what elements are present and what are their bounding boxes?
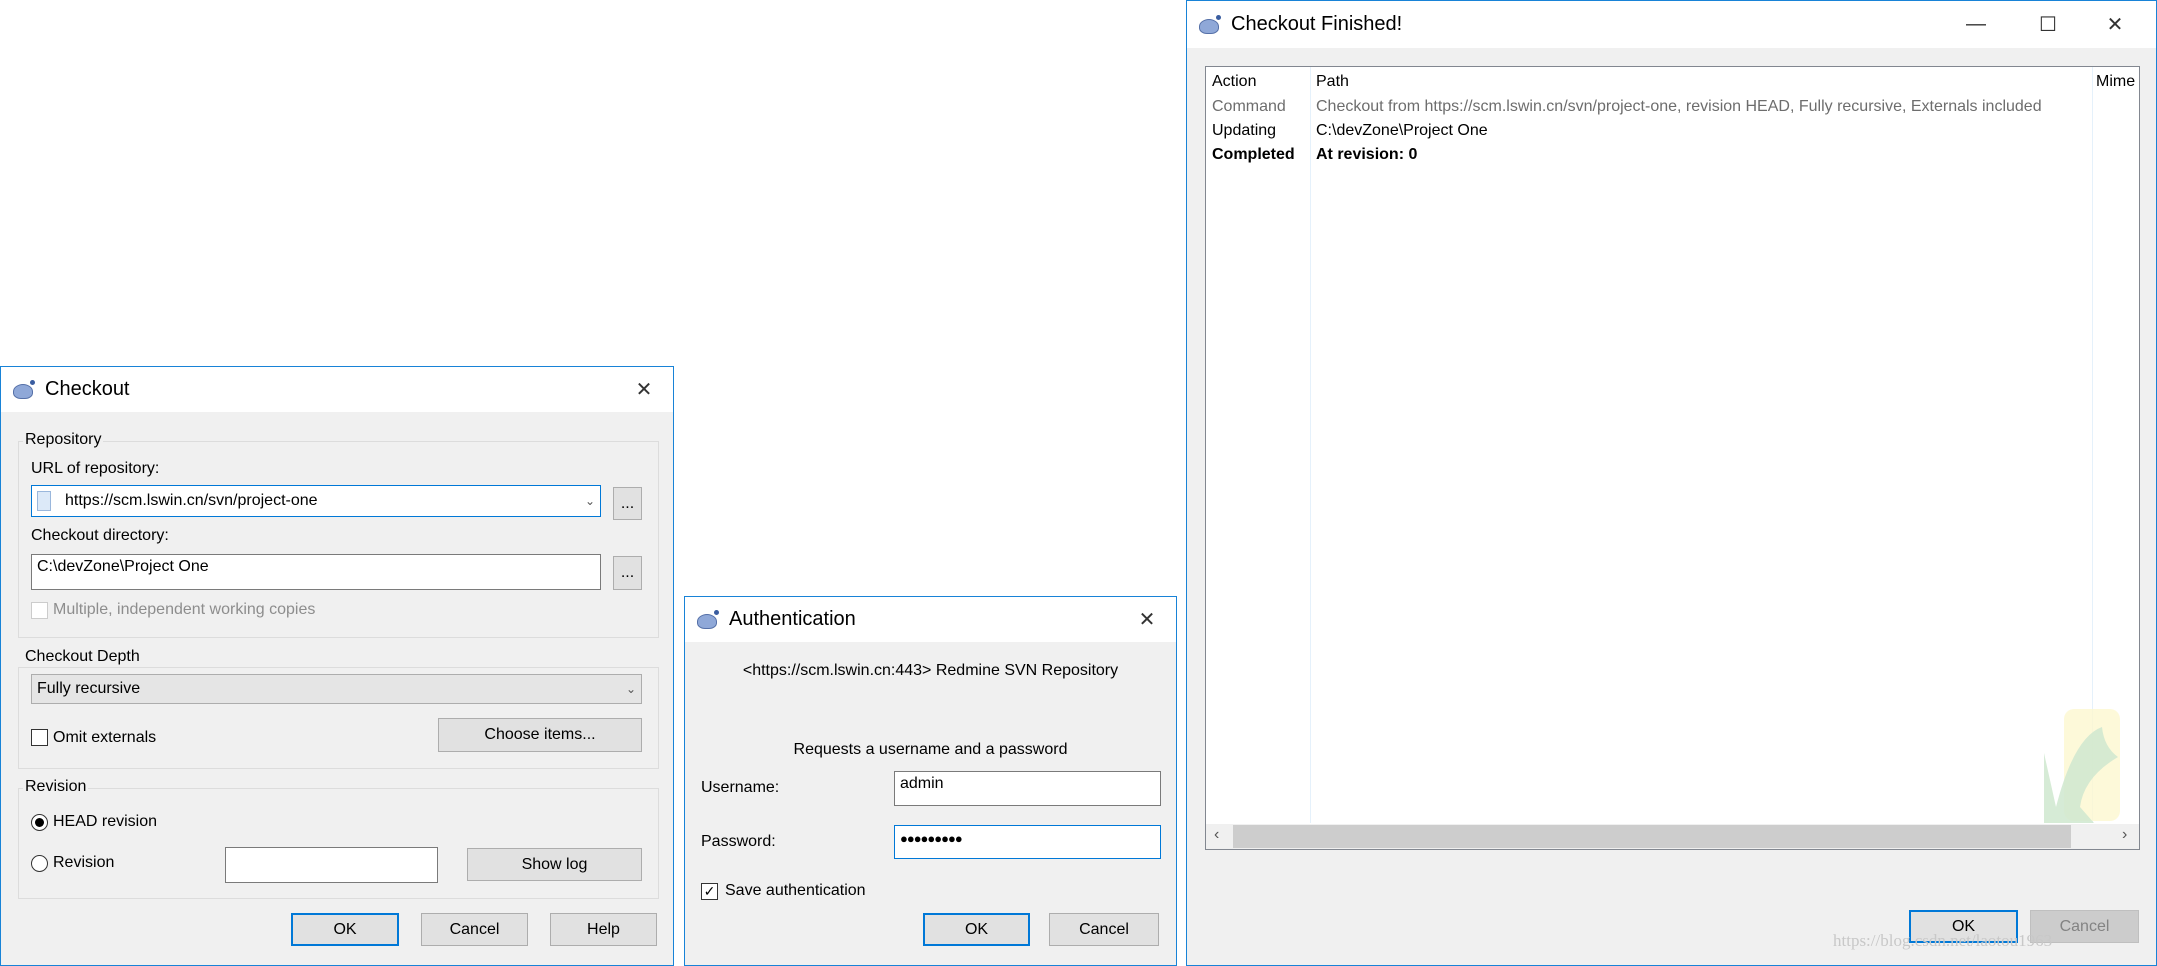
username-label: Username:: [701, 779, 780, 796]
password-label: Password:: [701, 833, 776, 850]
choose-items-button[interactable]: Choose items...: [438, 718, 642, 752]
minimize-icon[interactable]: —: [1953, 1, 1999, 48]
tortoisesvn-icon: [1197, 14, 1223, 36]
row-action: Completed: [1212, 146, 1295, 163]
browse-dir-button[interactable]: ...: [613, 556, 642, 590]
username-input[interactable]: admin: [894, 771, 1161, 806]
help-button[interactable]: Help: [550, 913, 657, 946]
multiple-copies-checkbox[interactable]: [31, 602, 48, 619]
auth-title: Authentication: [729, 608, 856, 630]
checkout-title: Checkout: [45, 378, 130, 400]
close-icon[interactable]: ✕: [1124, 597, 1170, 642]
url-label: URL of repository:: [31, 460, 160, 477]
row-action: Updating: [1212, 122, 1277, 139]
file-icon: [37, 491, 51, 511]
row-path: At revision: 0: [1316, 146, 1418, 163]
checkout-title-bar: Checkout ✕: [1, 367, 673, 412]
checkout-dir-label: Checkout directory:: [31, 527, 169, 544]
repository-group-label: Repository: [23, 431, 104, 449]
cancel-button[interactable]: Cancel: [421, 913, 528, 946]
auth-cancel-button[interactable]: Cancel: [1049, 913, 1159, 946]
revision-label: Revision: [53, 854, 115, 871]
browse-url-button[interactable]: ...: [613, 487, 642, 520]
column-header-path[interactable]: Path: [1316, 73, 1349, 91]
watermark-text: https://blog.csdn.net/laotou1963: [1833, 931, 2053, 950]
auth-title-bar: Authentication ✕: [685, 597, 1176, 642]
results-list[interactable]: Action Path Mime Command Checkout from h…: [1205, 66, 2140, 850]
url-value: https://scm.lswin.cn/svn/project-one: [65, 492, 318, 509]
row-path: C:\devZone\Project One: [1316, 122, 1488, 139]
horizontal-scrollbar[interactable]: ‹ ›: [1206, 824, 2139, 849]
close-icon[interactable]: ✕: [621, 367, 667, 412]
username-value: admin: [900, 775, 944, 792]
column-divider: [1310, 67, 1311, 823]
password-value: ●●●●●●●●●: [900, 831, 963, 846]
maximize-icon[interactable]: ☐: [2025, 1, 2071, 48]
close-icon[interactable]: ✕: [2092, 1, 2138, 48]
chevron-down-icon[interactable]: ⌄: [585, 494, 595, 508]
auth-ok-button[interactable]: OK: [923, 913, 1030, 946]
scroll-left-icon[interactable]: ‹: [1214, 826, 1219, 844]
auth-realm: <https://scm.lswin.cn:443> Redmine SVN R…: [742, 662, 1119, 679]
column-header-mime[interactable]: Mime: [2096, 73, 2135, 91]
authentication-dialog: Authentication ✕ <https://scm.lswin.cn:4…: [684, 596, 1177, 966]
row-path: Checkout from https://scm.lswin.cn/svn/p…: [1316, 98, 2042, 115]
chevron-down-icon: ⌄: [625, 682, 636, 696]
omit-externals-checkbox[interactable]: [31, 729, 48, 746]
auth-prompt: Requests a username and a password: [793, 741, 1068, 758]
checkout-dir-value: C:\devZone\Project One: [37, 558, 209, 575]
checkout-dir-input[interactable]: C:\devZone\Project One: [31, 554, 601, 590]
checkout-dialog: Checkout ✕ Repository URL of repository:…: [0, 366, 674, 966]
tortoisesvn-icon: [11, 379, 37, 401]
checkout-finished-window: Checkout Finished! — ☐ ✕ Action Path Mim…: [1186, 0, 2157, 966]
row-action: Command: [1212, 98, 1286, 115]
url-combobox[interactable]: https://scm.lswin.cn/svn/project-one ⌄: [31, 485, 601, 517]
finished-title-bar: Checkout Finished! — ☐ ✕: [1187, 1, 2156, 48]
revision-radio[interactable]: [31, 855, 48, 872]
scroll-right-icon[interactable]: ›: [2122, 826, 2127, 844]
depth-value: Fully recursive: [37, 680, 141, 697]
ok-button[interactable]: OK: [291, 913, 399, 946]
revision-input[interactable]: [225, 847, 438, 883]
save-auth-checkbox[interactable]: ✓: [701, 883, 718, 900]
finished-title: Checkout Finished!: [1231, 13, 1403, 35]
save-auth-label: Save authentication: [725, 882, 866, 899]
tortoisesvn-icon: [695, 609, 721, 631]
show-log-button[interactable]: Show log: [467, 848, 642, 881]
revision-group-label: Revision: [23, 778, 89, 796]
head-revision-radio[interactable]: [31, 814, 48, 831]
depth-group-label: Checkout Depth: [23, 648, 142, 666]
multiple-copies-label: Multiple, independent working copies: [53, 601, 316, 618]
password-input[interactable]: ●●●●●●●●●: [894, 825, 1161, 859]
success-checkmark-watermark: [2044, 709, 2120, 823]
head-revision-label: HEAD revision: [53, 813, 158, 830]
depth-select[interactable]: Fully recursive ⌄: [31, 674, 642, 704]
column-header-action[interactable]: Action: [1212, 73, 1256, 91]
omit-externals-label: Omit externals: [53, 729, 157, 746]
scrollbar-thumb[interactable]: [1233, 825, 2071, 848]
